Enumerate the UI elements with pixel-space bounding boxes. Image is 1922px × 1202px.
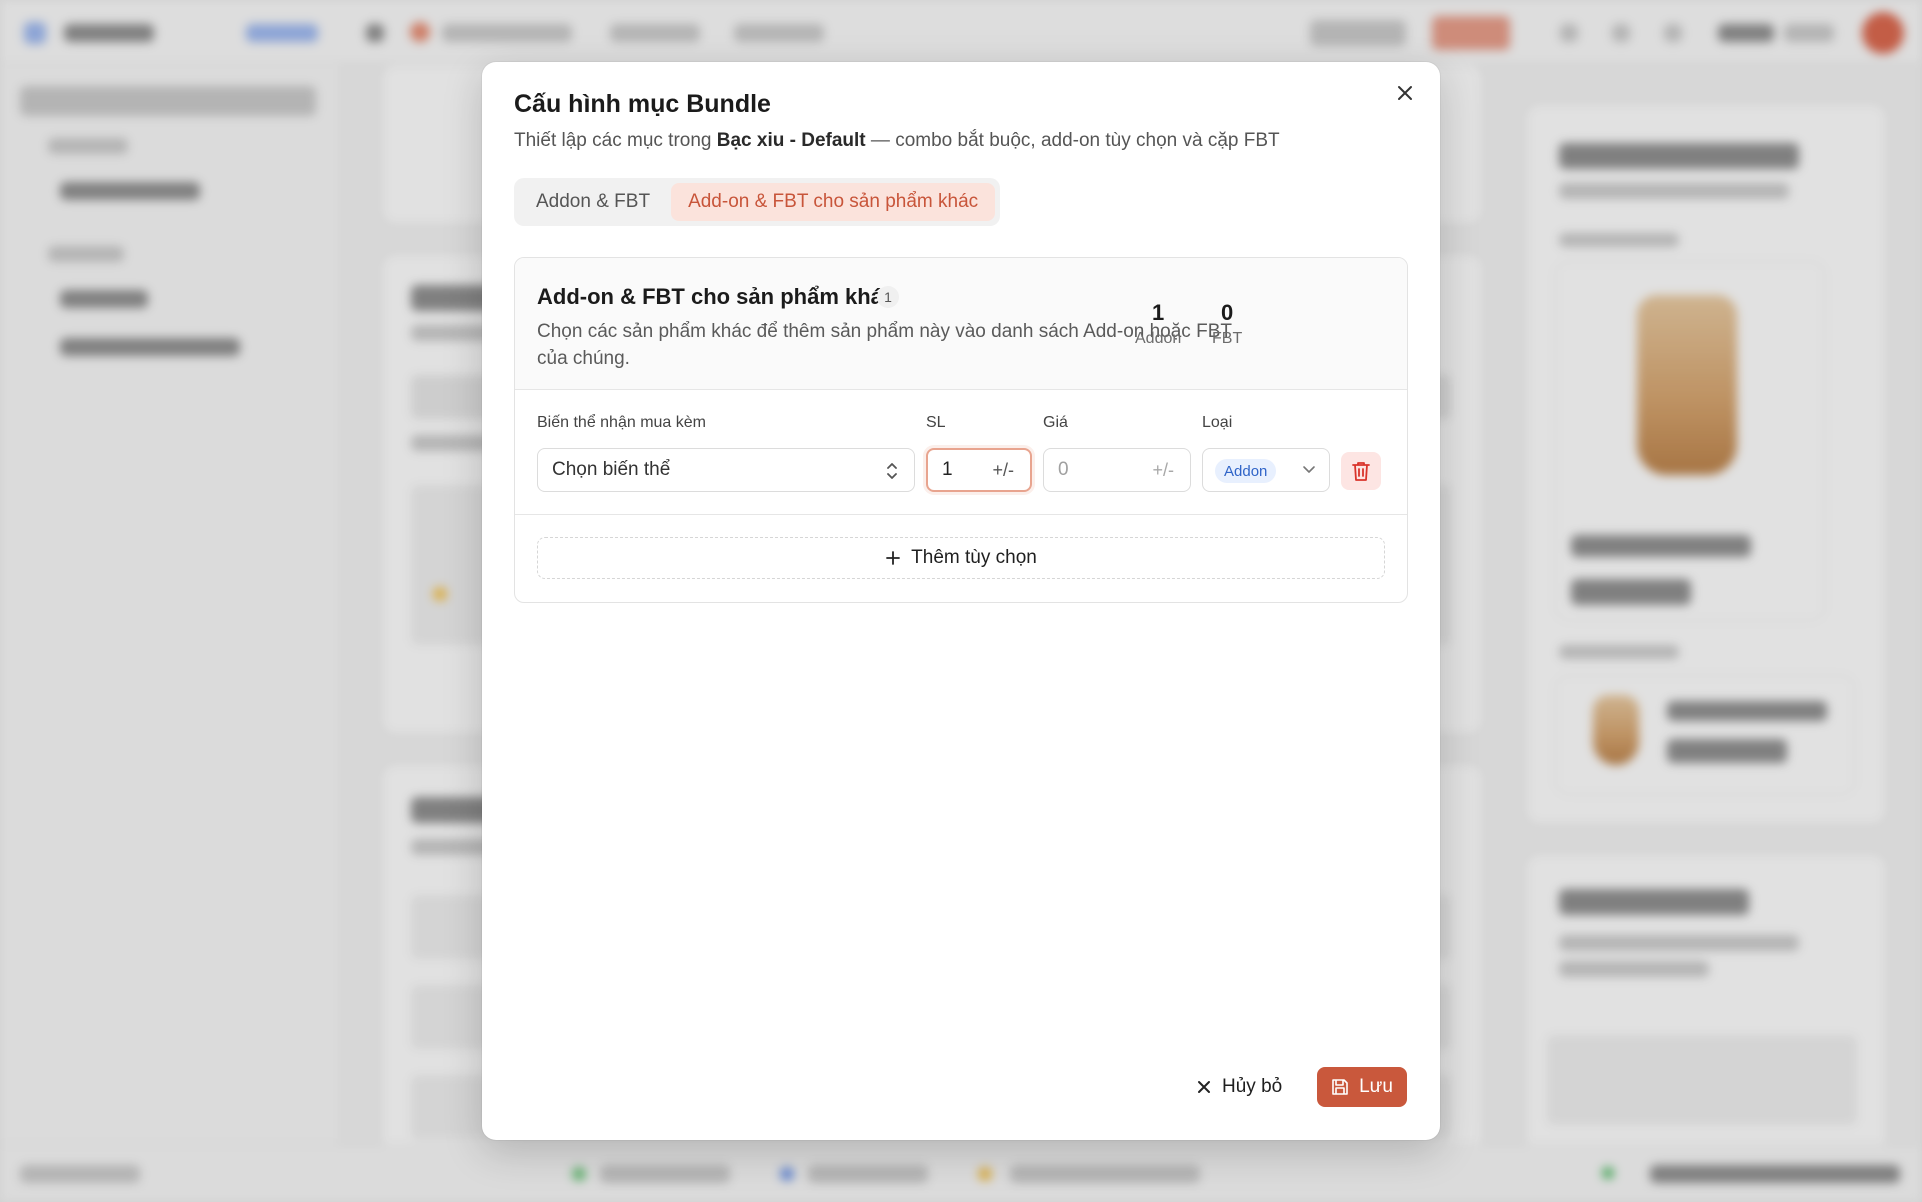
price-value: 0 [1058,459,1069,480]
addon-count: 1 [1152,300,1165,325]
addon-stat-label: Addon [1135,330,1182,347]
price-label: Giá [1043,414,1068,431]
variant-label: Biến thể nhận mua kèm [537,414,706,431]
qty-label: SL [926,414,946,431]
subtitle-prefix: Thiết lập các mục trong [514,130,712,151]
add-option-button[interactable]: Thêm tùy chọn [537,537,1385,579]
count-badge: 1 [877,286,899,308]
add-option-label: Thêm tùy chọn [911,547,1037,568]
tab-addon-fbt[interactable]: Addon & FBT [519,183,667,221]
delete-row-button[interactable] [1341,452,1381,490]
save-label: Lưu [1359,1076,1393,1097]
price-input[interactable]: 0 +/- [1043,448,1191,492]
section-title: Add-on & FBT cho sản phẩm khác [537,284,896,309]
section-header: Add-on & FBT cho sản phẩm khác 1 Chọn cá… [515,258,1407,390]
type-badge: Addon [1215,459,1277,483]
fbt-stat: 0 FBT [1212,300,1242,348]
save-button[interactable]: Lưu [1317,1067,1407,1107]
cancel-label: Hủy bỏ [1222,1076,1283,1097]
quantity-adjust-toggle[interactable]: +/- [992,460,1014,481]
variant-placeholder: Chọn biến thể [552,459,671,480]
type-select[interactable]: Addon [1202,448,1330,492]
quantity-input[interactable]: 1 +/- [926,448,1032,492]
chevron-up-down-icon [887,463,897,479]
addon-stat: 1 Addon [1135,300,1181,348]
row-divider [515,514,1407,515]
quantity-value: 1 [942,459,953,480]
fbt-stat-label: FBT [1212,330,1243,347]
tab-list: Addon & FBT Add-on & FBT cho sản phẩm kh… [514,178,1001,226]
tab-addon-fbt-other-products[interactable]: Add-on & FBT cho sản phẩm khác [671,183,996,221]
bundle-config-dialog: Cấu hình mục Bundle Thiết lập các mục tr… [482,62,1440,1140]
type-label: Loại [1202,414,1233,431]
other-products-section: Add-on & FBT cho sản phẩm khác 1 Chọn cá… [514,257,1408,603]
chevron-down-icon [1303,466,1315,473]
price-adjust-toggle[interactable]: +/- [1152,460,1174,481]
cancel-button[interactable]: Hủy bỏ [1184,1067,1294,1107]
close-icon [1198,1081,1210,1093]
section-description: Chọn các sản phẩm khác để thêm sản phẩm … [537,321,1232,369]
subtitle-suffix: — combo bắt buộc, add-on tùy chọn và cặp… [870,130,1280,151]
subtitle-item-name: Bạc xiu - Default [716,130,866,151]
save-icon [1332,1079,1348,1095]
variant-select[interactable]: Chọn biến thể [537,448,915,492]
close-button[interactable] [1390,78,1420,108]
dialog-title: Cấu hình mục Bundle [514,90,771,118]
dialog-subtitle: Thiết lập các mục trong Bạc xiu - Defaul… [514,130,1280,152]
fbt-count: 0 [1220,300,1234,325]
plus-icon [886,551,901,565]
close-icon [1398,86,1412,100]
trash-icon [1352,462,1370,481]
